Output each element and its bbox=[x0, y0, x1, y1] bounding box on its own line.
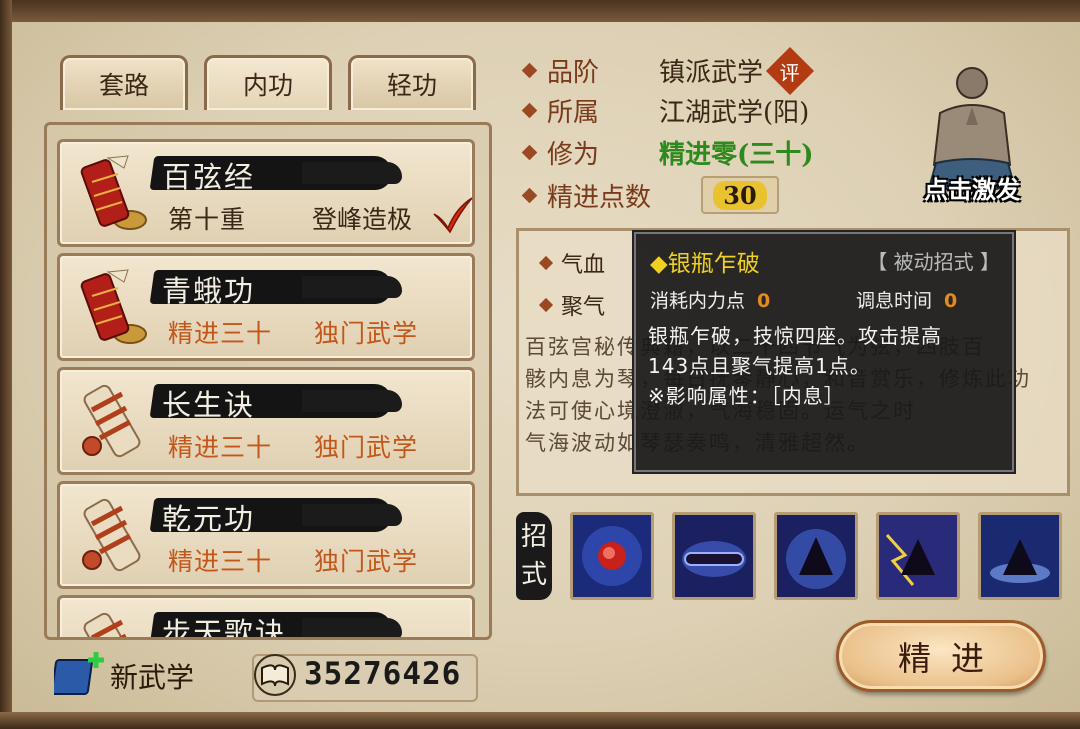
martial-level: 精进三十 bbox=[168, 433, 273, 462]
skill-slot-3[interactable] bbox=[774, 512, 858, 600]
grade-value: 镇派武学 bbox=[659, 58, 764, 88]
juqi-row: 聚气 bbox=[538, 289, 606, 321]
cultivation-value: 精进零(三十) bbox=[659, 140, 814, 170]
skills-label: 招 式 bbox=[516, 512, 552, 600]
review-badge-text: 评 bbox=[780, 60, 801, 84]
new-martial-label[interactable]: 新武学 bbox=[110, 656, 194, 696]
name-ink-banner: 百弦经 bbox=[149, 152, 402, 194]
skills-label-top: 招 bbox=[520, 522, 547, 552]
red-scroll-icon bbox=[80, 155, 147, 230]
game-screen: 套路 内功 轻功 百弦经 第十重 登峰造极 青蛾功 精进三十 独门武学 长生诀 … bbox=[0, 0, 1080, 729]
bone-scroll-icon bbox=[82, 384, 141, 458]
tab-taolu[interactable]: 套路 bbox=[60, 55, 188, 110]
diamond-bullet-icon bbox=[521, 144, 538, 161]
diamond-bullet-icon bbox=[521, 62, 538, 79]
bone-scroll-icon bbox=[82, 498, 141, 572]
name-ink-banner: 乾元功 bbox=[149, 494, 402, 536]
tab-label: 内功 bbox=[242, 71, 293, 100]
equipped-check-icon bbox=[433, 197, 473, 234]
cost-label: 消耗内力点 bbox=[650, 290, 746, 312]
advance-button[interactable]: 精进 bbox=[836, 620, 1046, 692]
tooltip-tag: 【 被动招式 】 bbox=[867, 250, 1000, 274]
list-item[interactable]: 步天歌诀 bbox=[57, 595, 475, 640]
diamond-bullet-icon bbox=[521, 102, 538, 119]
skill-slot-4[interactable] bbox=[876, 512, 960, 600]
martial-status: 独门武学 bbox=[314, 433, 419, 462]
list-item[interactable]: 乾元功 精进三十 独门武学 bbox=[57, 481, 475, 589]
martial-status: 登峰造极 bbox=[312, 205, 413, 234]
bone-scroll-icon bbox=[83, 612, 141, 637]
martial-name: 乾元功 bbox=[162, 502, 256, 536]
skills-label-bottom: 式 bbox=[520, 560, 547, 590]
diamond-bullet-icon bbox=[538, 297, 554, 313]
open-book-currency-icon bbox=[254, 654, 296, 696]
points-row: 精进点数 30 bbox=[521, 176, 779, 214]
belong-label: 所属 bbox=[547, 98, 600, 128]
martial-level: 精进三十 bbox=[168, 319, 273, 348]
cooldown-row: 调息时间 0 bbox=[856, 286, 957, 313]
frame-left bbox=[0, 0, 12, 729]
cooldown-label: 调息时间 bbox=[856, 290, 933, 312]
belong-value: 江湖武学(阳) bbox=[659, 98, 810, 128]
martial-level: 第十重 bbox=[168, 205, 247, 234]
belong-row: 所属 江湖武学(阳) bbox=[521, 92, 810, 129]
currency-value: 35276426 bbox=[304, 656, 462, 692]
frame-top bbox=[0, 0, 1080, 22]
cultivation-row: 修为 精进零(三十) bbox=[521, 134, 814, 171]
martial-name: 步天歌诀 bbox=[162, 616, 287, 640]
tooltip-line: 银瓶乍破，技惊四座。攻击提高 bbox=[648, 324, 942, 348]
tooltip-line: 143点且聚气提高1点。 bbox=[648, 354, 871, 378]
martial-status: 独门武学 bbox=[314, 547, 419, 576]
qixue-label: 气血 bbox=[561, 253, 606, 278]
cost-value: 0 bbox=[757, 290, 771, 312]
lightning-bell-skill-icon bbox=[879, 515, 957, 597]
activate-label[interactable]: 点击激发 bbox=[906, 170, 1038, 205]
grade-row: 品阶 镇派武学 评 bbox=[521, 46, 815, 95]
frame-bottom bbox=[0, 712, 1080, 729]
points-box: 30 bbox=[701, 176, 779, 214]
tooltip-title: ◆银瓶乍破 bbox=[650, 251, 760, 277]
martial-name: 百弦经 bbox=[162, 160, 256, 194]
juqi-label: 聚气 bbox=[561, 295, 606, 320]
cooldown-value: 0 bbox=[944, 290, 958, 312]
list-item[interactable]: 百弦经 第十重 登峰造极 bbox=[57, 139, 475, 247]
qixue-row: 气血 bbox=[538, 247, 606, 279]
tab-neigong[interactable]: 内功 bbox=[204, 55, 332, 110]
skill-slot-2[interactable] bbox=[672, 512, 756, 600]
skill-slot-1[interactable] bbox=[570, 512, 654, 600]
bell-skill-icon bbox=[777, 515, 855, 597]
zither-skill-icon bbox=[675, 515, 753, 597]
review-badge-icon[interactable]: 评 bbox=[765, 46, 815, 95]
martial-name: 长生诀 bbox=[162, 388, 256, 422]
tab-label: 套路 bbox=[98, 71, 149, 100]
martial-list[interactable]: 百弦经 第十重 登峰造极 青蛾功 精进三十 独门武学 长生诀 精进三十 独门武学… bbox=[44, 122, 492, 640]
name-ink-banner: 长生诀 bbox=[149, 380, 402, 422]
points-label: 精进点数 bbox=[547, 182, 652, 213]
cultivation-label: 修为 bbox=[547, 140, 600, 170]
red-scroll-icon bbox=[80, 269, 147, 344]
diamond-bullet-icon bbox=[521, 187, 538, 203]
list-item[interactable]: 长生诀 精进三十 独门武学 bbox=[57, 367, 475, 475]
whirl-bell-skill-icon bbox=[981, 515, 1059, 597]
tooltip-line: ※影响属性：［内息］ bbox=[648, 384, 845, 408]
tab-qinggong[interactable]: 轻功 bbox=[348, 55, 476, 110]
name-ink-banner: 青蛾功 bbox=[149, 266, 402, 308]
name-ink-banner: 步天歌诀 bbox=[149, 608, 402, 640]
points-value: 30 bbox=[713, 180, 767, 210]
new-book-icon[interactable] bbox=[54, 648, 108, 698]
skill-tooltip: ◆银瓶乍破 【 被动招式 】 消耗内力点 0 调息时间 0 银瓶乍破，技惊四座。攻击… bbox=[634, 232, 1014, 472]
martial-name: 青蛾功 bbox=[162, 274, 256, 308]
martial-status: 独门武学 bbox=[314, 319, 419, 348]
red-orb-skill-icon bbox=[573, 515, 651, 597]
advance-button-label: 精进 bbox=[898, 639, 1004, 678]
grade-label: 品阶 bbox=[547, 58, 600, 88]
tab-label: 轻功 bbox=[386, 71, 437, 100]
martial-level: 精进三十 bbox=[168, 547, 273, 576]
cost-row: 消耗内力点 0 bbox=[650, 286, 770, 313]
list-item[interactable]: 青蛾功 精进三十 独门武学 bbox=[57, 253, 475, 361]
skill-slot-5[interactable] bbox=[978, 512, 1062, 600]
diamond-bullet-icon bbox=[538, 255, 554, 271]
